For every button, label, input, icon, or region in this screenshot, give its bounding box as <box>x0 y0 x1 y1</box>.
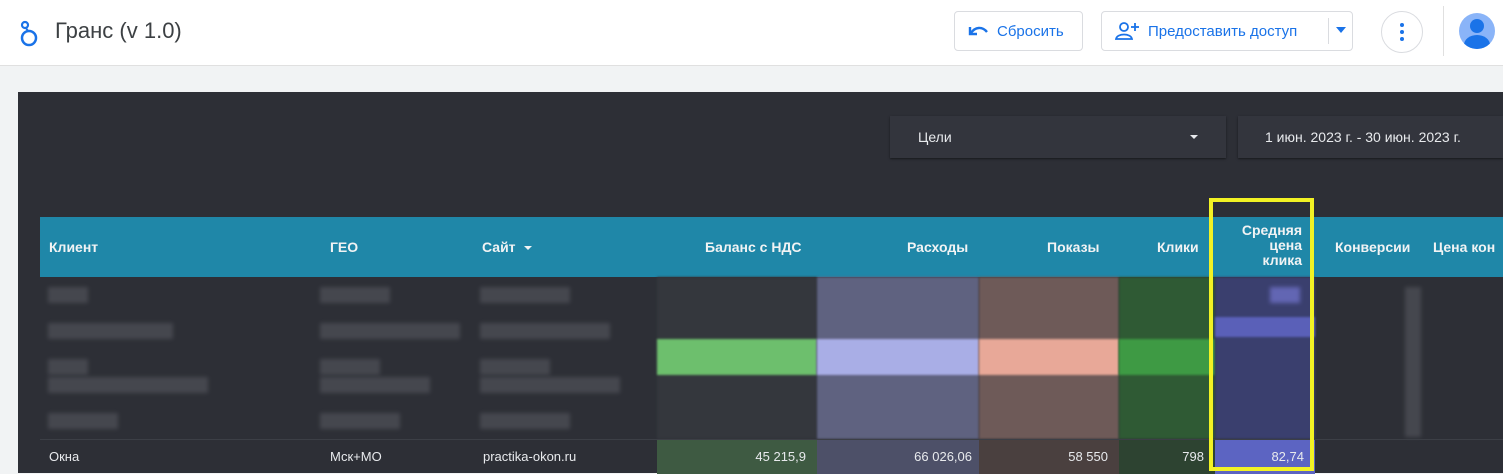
expenses-heat-peak <box>817 339 979 375</box>
redacted-cell <box>320 323 460 339</box>
col-client[interactable]: Клиент <box>49 239 98 255</box>
cell-client: Окна <box>49 449 80 464</box>
col-site[interactable]: Сайт <box>482 239 532 255</box>
redacted-cell <box>1405 287 1421 437</box>
reset-button[interactable]: Сбросить <box>954 11 1083 51</box>
redacted-cell <box>480 359 550 375</box>
looker-studio-icon[interactable] <box>18 18 40 48</box>
person-add-icon <box>1114 22 1139 40</box>
redacted-cell <box>320 287 390 303</box>
balance-heat-peak <box>657 339 817 375</box>
redacted-cell <box>480 323 610 339</box>
col-conv-price[interactable]: Цена кон <box>1433 239 1495 255</box>
col-site-label: Сайт <box>482 239 516 255</box>
avg-cpc-highlight-box <box>1209 198 1314 471</box>
date-range-label: 1 июн. 2023 г. - 30 июн. 2023 г. <box>1265 129 1461 145</box>
goals-filter[interactable]: Цели <box>890 116 1226 158</box>
impressions-heat-peak <box>979 339 1119 375</box>
redacted-cell <box>320 413 400 429</box>
redacted-cell <box>48 287 88 303</box>
header-divider <box>1443 6 1444 56</box>
redacted-cell <box>320 377 430 393</box>
date-range-filter[interactable]: 1 июн. 2023 г. - 30 июн. 2023 г. <box>1238 116 1503 158</box>
col-conversions[interactable]: Конверсии <box>1335 239 1410 255</box>
account-avatar[interactable] <box>1459 13 1495 49</box>
reset-label: Сбросить <box>997 22 1064 40</box>
sort-desc-icon <box>523 246 532 251</box>
chevron-down-icon <box>1190 135 1198 139</box>
redacted-cell <box>480 413 570 429</box>
col-clicks[interactable]: Клики <box>1157 239 1199 255</box>
share-divider <box>1328 18 1329 44</box>
clicks-heat-peak <box>1119 339 1215 375</box>
redacted-cell <box>480 287 570 303</box>
redacted-cell <box>48 323 173 339</box>
redacted-cell <box>320 359 380 375</box>
share-dropdown-icon[interactable] <box>1336 27 1346 33</box>
col-expenses[interactable]: Расходы <box>907 239 968 255</box>
cell-expenses: 66 026,06 <box>914 449 972 464</box>
col-balance[interactable]: Баланс с НДС <box>705 239 802 255</box>
redacted-cell <box>48 377 208 393</box>
redacted-cell <box>48 359 88 375</box>
redacted-cell <box>480 377 620 393</box>
undo-icon <box>968 26 988 36</box>
cell-balance: 45 215,9 <box>755 449 806 464</box>
share-button[interactable]: Предоставить доступ <box>1101 11 1353 51</box>
more-vert-icon[interactable] <box>1381 11 1423 53</box>
goals-filter-label: Цели <box>918 129 952 145</box>
cell-impressions: 58 550 <box>1068 449 1108 464</box>
report-title[interactable]: Гранс (v 1.0) <box>55 18 182 44</box>
app-header: Гранс (v 1.0) Сбросить Предоставить дост… <box>0 0 1503 66</box>
cell-site: practika-okon.ru <box>483 449 577 464</box>
col-geo[interactable]: ГЕО <box>330 239 358 255</box>
share-label: Предоставить доступ <box>1148 22 1298 40</box>
cell-geo: Мск+МО <box>330 449 382 464</box>
col-impressions[interactable]: Показы <box>1047 239 1100 255</box>
cell-clicks: 798 <box>1182 449 1204 464</box>
redacted-cell <box>48 413 118 429</box>
